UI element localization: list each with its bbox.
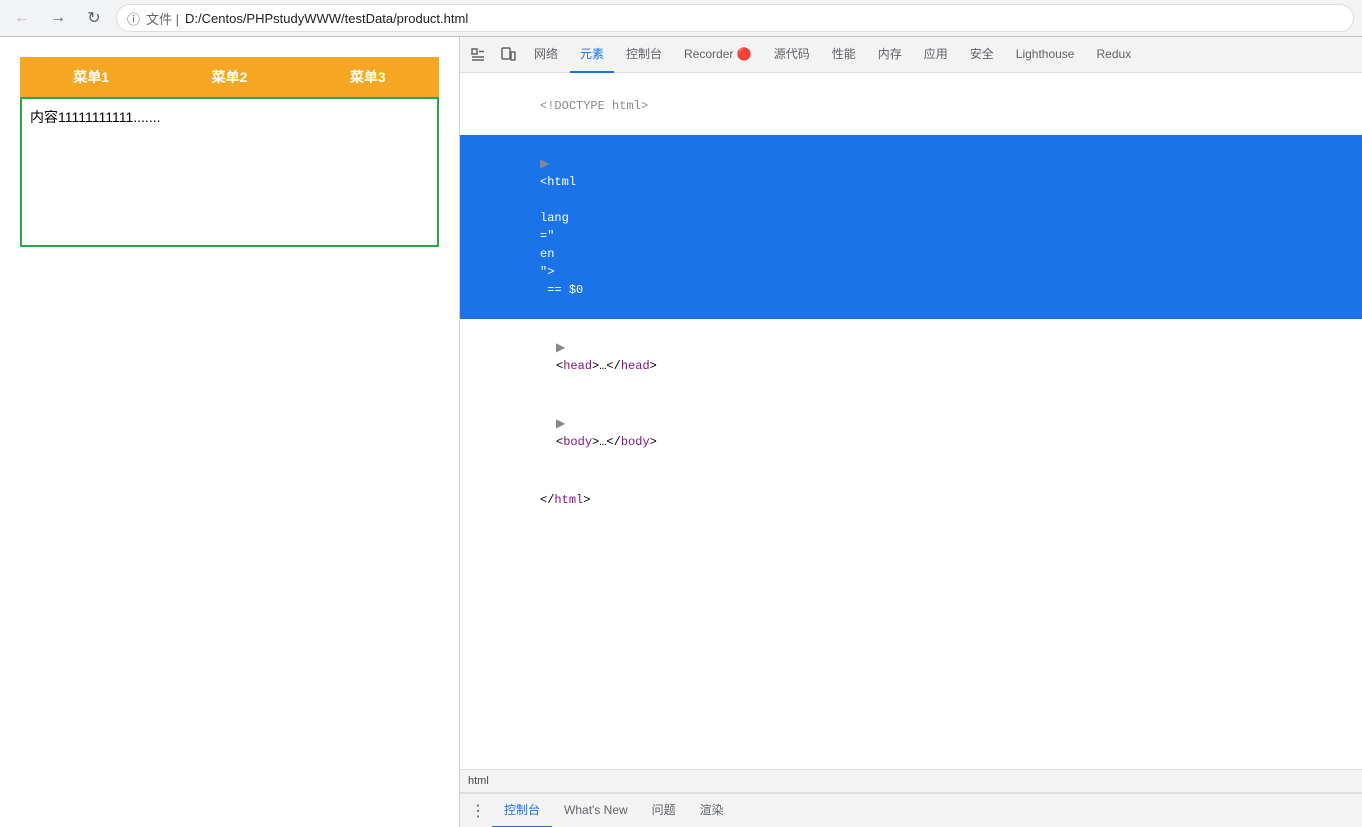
tab-network[interactable]: 网络 <box>524 37 568 73</box>
html-tag-line[interactable]: ▶ <html lang =" en "> == $0 <box>460 135 1362 319</box>
dollar-badge: == $0 <box>540 283 583 297</box>
tab-application[interactable]: 应用 <box>914 37 958 73</box>
body-line[interactable]: ▶ <body>…</body> <box>460 395 1362 471</box>
html-tag-name: html <box>547 175 576 189</box>
lang-attr-value: en <box>540 247 554 261</box>
security-icon: ⓘ <box>127 9 140 28</box>
back-button[interactable]: ← <box>8 4 36 32</box>
html-close-line: </html> <box>460 471 1362 529</box>
tab-sources[interactable]: 源代码 <box>764 37 820 73</box>
browser-content: 菜单1 菜单2 菜单3 内容11111111111....... <box>0 37 1362 827</box>
address-url: D:/Centos/PHPstudyWWW/testData/product.h… <box>185 11 468 26</box>
head-ellipsis: >…</ <box>592 359 621 373</box>
bottom-tab-menu-button[interactable]: ⋮ <box>464 797 492 825</box>
inspect-element-button[interactable] <box>464 41 492 69</box>
devtools-panel: 网络 元素 控制台 Recorder 🔴 源代码 性能 内存 应用 安全 Lig… <box>460 37 1362 827</box>
body-tag-name: body <box>563 435 592 449</box>
body-close-tag: body <box>621 435 650 449</box>
bottom-tabs: ⋮ 控制台 What's New 问题 渲染 <box>460 793 1362 827</box>
bottom-tab-whats-new[interactable]: What's New <box>552 794 640 827</box>
webpage-inner: 菜单1 菜单2 菜单3 内容11111111111....... <box>0 37 459 267</box>
body-ellipsis: >…</ <box>592 435 621 449</box>
content-box: 内容11111111111....... <box>20 97 439 247</box>
devtools-toolbar: 网络 元素 控制台 Recorder 🔴 源代码 性能 内存 应用 安全 Lig… <box>460 37 1362 73</box>
tab-performance[interactable]: 性能 <box>822 37 866 73</box>
html-close-bracket: > <box>583 493 590 507</box>
doctype-comment: <!DOCTYPE html> <box>540 99 648 113</box>
menu-item-3[interactable]: 菜单3 <box>299 59 437 95</box>
status-text: html <box>468 775 489 787</box>
lang-attr-name: lang <box>540 211 569 225</box>
bottom-tab-console[interactable]: 控制台 <box>492 794 552 827</box>
status-bar: html <box>460 769 1362 793</box>
menu-bar: 菜单1 菜单2 菜单3 <box>20 57 439 97</box>
devtools-main: <!DOCTYPE html> ▶ <html lang =" en "> ==… <box>460 73 1362 827</box>
head-close-bracket: > <box>650 359 657 373</box>
doctype-line: <!DOCTYPE html> <box>460 77 1362 135</box>
address-bar[interactable]: ⓘ 文件 | D:/Centos/PHPstudyWWW/testData/pr… <box>116 4 1354 32</box>
menu-item-1[interactable]: 菜单1 <box>22 59 160 95</box>
tab-memory[interactable]: 内存 <box>868 37 912 73</box>
attr-eq: =" <box>540 229 554 243</box>
tab-elements[interactable]: 元素 <box>570 37 614 73</box>
bottom-tab-rendering[interactable]: 渲染 <box>688 794 736 827</box>
head-expand-arrow[interactable]: ▶ <box>556 339 568 357</box>
body-expand-arrow[interactable]: ▶ <box>556 415 568 433</box>
address-prefix: 文件 | <box>146 9 179 28</box>
head-line[interactable]: ▶ <head>…</head> <box>460 319 1362 395</box>
tab-recorder[interactable]: Recorder 🔴 <box>674 37 762 73</box>
html-close-tag-name: html <box>554 493 583 507</box>
forward-button[interactable]: → <box>44 4 72 32</box>
bottom-tab-issues[interactable]: 问题 <box>640 794 688 827</box>
elements-panel: <!DOCTYPE html> ▶ <html lang =" en "> ==… <box>460 73 1362 769</box>
menu-item-2[interactable]: 菜单2 <box>160 59 298 95</box>
device-toggle-button[interactable] <box>494 41 522 69</box>
tab-lighthouse[interactable]: Lighthouse <box>1006 37 1085 73</box>
expand-arrow[interactable]: ▶ <box>540 155 552 173</box>
reload-button[interactable]: ↻ <box>80 4 108 32</box>
html-close-open: </ <box>540 493 554 507</box>
browser-toolbar: ← → ↻ ⓘ 文件 | D:/Centos/PHPstudyWWW/testD… <box>0 0 1362 36</box>
browser-chrome: ← → ↻ ⓘ 文件 | D:/Centos/PHPstudyWWW/testD… <box>0 0 1362 37</box>
attr-space <box>540 193 547 207</box>
content-text: 内容11111111111....... <box>30 109 160 125</box>
tab-console[interactable]: 控制台 <box>616 37 672 73</box>
tab-security[interactable]: 安全 <box>960 37 1004 73</box>
body-close-bracket: > <box>650 435 657 449</box>
webpage-area: 菜单1 菜单2 菜单3 内容11111111111....... <box>0 37 460 827</box>
tab-redux[interactable]: Redux <box>1086 37 1141 73</box>
head-tag-name: head <box>563 359 592 373</box>
attr-close: "> <box>540 265 554 279</box>
head-close-tag: head <box>621 359 650 373</box>
